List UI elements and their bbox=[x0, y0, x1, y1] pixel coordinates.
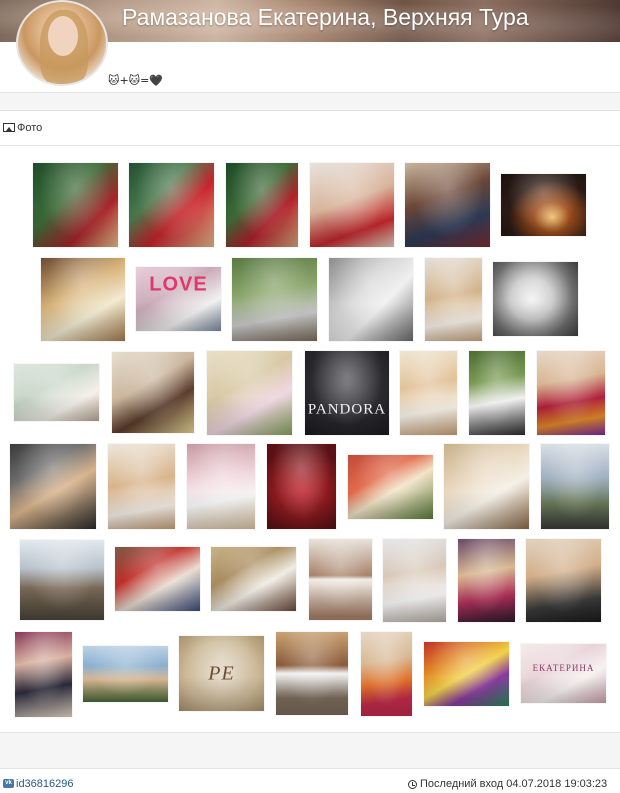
photo-thumbnail[interactable] bbox=[41, 258, 125, 341]
photo-thumbnail[interactable] bbox=[424, 642, 509, 706]
photo-thumbnail[interactable] bbox=[226, 163, 298, 247]
photos-section-title[interactable]: Фото bbox=[17, 121, 42, 135]
profile-title: Рамазанова Екатерина, Верхняя Тура bbox=[122, 4, 529, 30]
photo-thumbnail[interactable]: РЕ bbox=[179, 636, 264, 711]
photo-thumbnail[interactable] bbox=[469, 351, 525, 435]
photo-thumbnail[interactable] bbox=[187, 444, 255, 529]
photo-caption: РЕ bbox=[208, 662, 235, 684]
photo-thumbnail[interactable] bbox=[405, 163, 490, 247]
vk-icon: vk bbox=[3, 779, 14, 788]
photo-thumbnail[interactable] bbox=[537, 351, 605, 435]
photo-caption: PANDORA bbox=[307, 401, 387, 418]
avatar[interactable] bbox=[16, 0, 108, 86]
photo-thumbnail[interactable] bbox=[310, 163, 394, 247]
photo-thumbnail[interactable] bbox=[112, 352, 194, 433]
photo-thumbnail[interactable] bbox=[526, 539, 601, 622]
photo-thumbnail[interactable] bbox=[458, 539, 515, 622]
photo-thumbnail[interactable] bbox=[15, 632, 72, 717]
photo-caption: ЕКАТЕРИНА bbox=[532, 662, 595, 673]
photos-section-header bbox=[0, 112, 620, 146]
photo-thumbnail[interactable] bbox=[20, 540, 104, 620]
user-id-link[interactable]: id36816296 bbox=[16, 775, 74, 793]
photo-thumbnail[interactable] bbox=[383, 539, 446, 622]
photo-thumbnail[interactable] bbox=[400, 351, 457, 435]
photo-thumbnail[interactable] bbox=[541, 444, 609, 529]
photo-thumbnail[interactable] bbox=[108, 444, 175, 529]
photo-thumbnail[interactable] bbox=[501, 174, 586, 236]
photo-thumbnail[interactable] bbox=[14, 364, 99, 421]
photo-thumbnail[interactable]: PANDORA bbox=[305, 351, 389, 435]
photo-thumbnail[interactable] bbox=[83, 646, 168, 702]
clock-icon bbox=[408, 780, 417, 789]
photo-thumbnail[interactable] bbox=[207, 351, 292, 435]
photo-thumbnail[interactable] bbox=[425, 258, 482, 341]
photo-thumbnail[interactable] bbox=[115, 547, 200, 611]
divider-band bbox=[0, 92, 620, 111]
photo-thumbnail[interactable] bbox=[232, 258, 317, 341]
divider-band bbox=[0, 732, 620, 769]
photo-caption: LOVE bbox=[149, 273, 208, 296]
photo-thumbnail[interactable] bbox=[444, 444, 529, 529]
photo-thumbnail[interactable] bbox=[267, 444, 336, 529]
status-text: 🐱+🐱=🖤 bbox=[108, 74, 164, 87]
photo-thumbnail[interactable] bbox=[211, 547, 296, 611]
photo-thumbnail[interactable] bbox=[10, 444, 96, 529]
photo-thumbnail[interactable] bbox=[309, 539, 372, 620]
photo-thumbnail[interactable]: LOVE bbox=[136, 267, 221, 331]
photo-thumbnail[interactable] bbox=[361, 632, 412, 716]
photo-thumbnail[interactable] bbox=[33, 163, 118, 247]
photo-thumbnail[interactable] bbox=[329, 258, 413, 341]
photo-thumbnail[interactable] bbox=[276, 632, 348, 715]
avatar-face bbox=[48, 16, 78, 56]
photo-thumbnail[interactable] bbox=[129, 163, 214, 247]
photo-thumbnail[interactable] bbox=[493, 262, 578, 336]
photo-thumbnail[interactable] bbox=[348, 455, 433, 519]
last-seen-text: Последний вход 04.07.2018 19:03:23 bbox=[420, 778, 608, 790]
photo-icon bbox=[3, 123, 15, 132]
photo-thumbnail[interactable]: ЕКАТЕРИНА bbox=[521, 644, 606, 703]
